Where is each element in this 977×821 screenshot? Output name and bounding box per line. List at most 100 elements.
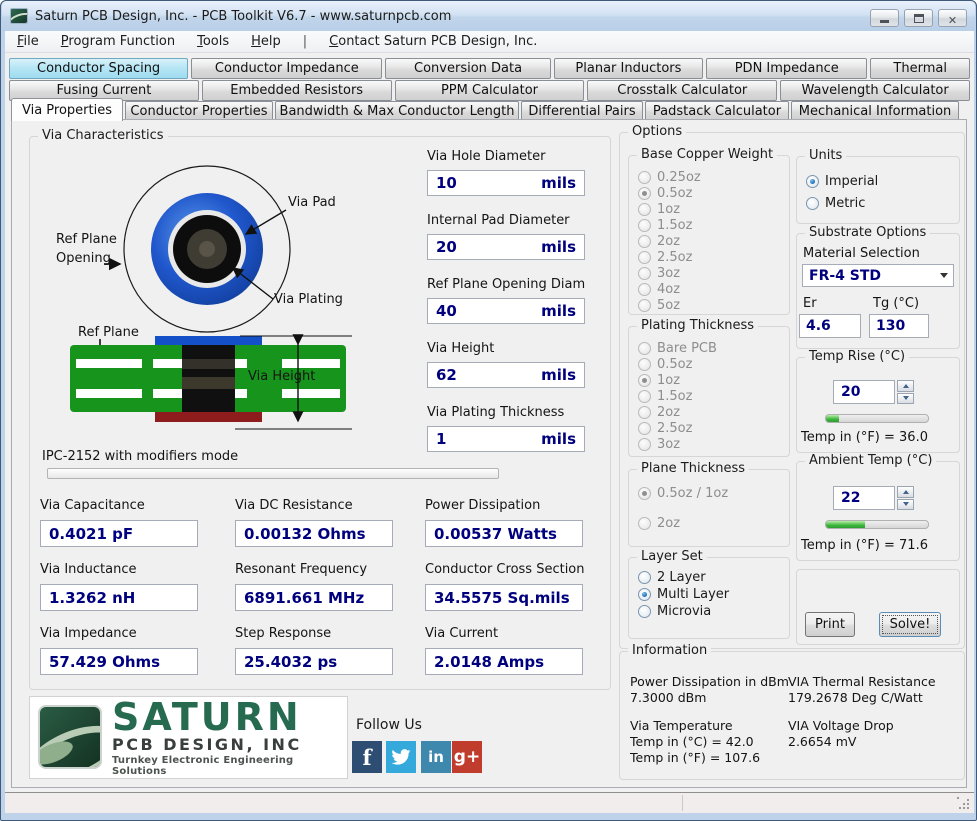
group-title: Base Copper Weight [637,147,778,162]
tab-conversion-data[interactable]: Conversion Data [385,58,551,79]
ambient-temp-slider[interactable] [825,520,929,529]
radio-icon [638,298,651,312]
app-body: Conductor Spacing Conductor Impedance Co… [5,53,974,792]
ref-plane-opening-label-1: Ref Plane [56,232,117,247]
menu-file[interactable]: File [17,34,39,49]
twitter-icon[interactable] [386,741,416,773]
group-title: Ambient Temp (°C) [805,453,937,468]
tab-conductor-impedance[interactable]: Conductor Impedance [191,58,383,79]
temp-rise-spinner: 20 [833,380,914,404]
radio-metric[interactable]: Metric [797,192,959,214]
tab-differential-pairs[interactable]: Differential Pairs [521,101,643,121]
radio-multi-layer[interactable]: Multi Layer [629,586,789,603]
ref-plane-opening-diam-input[interactable]: 40 mils [427,298,585,324]
linkedin-icon[interactable] [421,741,451,773]
er-input[interactable]: 4.6 [799,314,861,338]
tab-via-properties[interactable]: Via Properties [11,98,123,121]
via-hole-diameter-label: Via Hole Diameter [427,149,546,164]
temp-rise-slider[interactable] [825,414,929,423]
thermal-resistance-label: VIA Thermal Resistance [788,674,936,689]
tab-thermal[interactable]: Thermal [870,58,970,79]
tg-input[interactable]: 130 [869,314,929,338]
via-hole-diameter-input[interactable]: 10 mils [427,170,585,196]
temp-rise-input[interactable]: 20 [833,380,895,404]
resize-grip[interactable] [957,797,970,810]
radio-base-copper-4oz[interactable]: 4oz [629,281,789,297]
group-title: Information [628,643,712,658]
radio-plating-2oz[interactable]: 2oz [629,404,789,420]
ambient-temp-input[interactable]: 22 [833,486,895,510]
radio-plane-2oz[interactable]: 2oz [629,515,789,531]
via-impedance-label: Via Impedance [40,626,137,641]
radio-base-copper-0.25oz[interactable]: 0.25oz [629,169,789,185]
solve-progress-bar [47,468,499,479]
radio-plating-1.5oz[interactable]: 1.5oz [629,388,789,404]
radio-icon [638,605,651,618]
tab-bandwidth-max-conductor-length[interactable]: Bandwidth & Max Conductor Length [275,101,519,121]
maximize-button[interactable] [904,9,933,27]
radio-icon [638,341,651,355]
radio-base-copper-0.5oz[interactable]: 0.5oz [629,185,789,201]
print-button[interactable]: Print [805,612,855,637]
close-icon [948,9,957,28]
facebook-icon[interactable] [352,741,382,773]
radio-base-copper-5oz[interactable]: 5oz [629,297,789,313]
google-plus-icon[interactable] [452,741,482,773]
solve-button[interactable]: Solve! [879,612,941,637]
ref-plane-opening-label-2: Opening [56,251,111,266]
tab-conductor-properties[interactable]: Conductor Properties [125,101,273,121]
tab-padstack-calculator[interactable]: Padstack Calculator [645,101,789,121]
radio-plating-3oz[interactable]: 3oz [629,436,789,452]
temp-rise-up-button[interactable] [897,380,914,392]
saturn-logo-text: SATURN PCB DESIGN, INC Turnkey Electroni… [112,698,347,777]
information-group: Information Power Dissipation in dBm 7.3… [619,643,965,780]
ambient-temp-up-button[interactable] [897,486,914,498]
tab-planar-inductors[interactable]: Planar Inductors [553,58,704,79]
radio-imperial[interactable]: Imperial [797,170,959,192]
radio-base-copper-1.5oz[interactable]: 1.5oz [629,217,789,233]
plane-thickness-group: Plane Thickness 0.5oz / 1oz 2oz [628,461,790,547]
menu-tools[interactable]: Tools [197,34,229,49]
tab-conductor-spacing[interactable]: Conductor Spacing [9,58,189,79]
menu-contact[interactable]: Contact Saturn PCB Design, Inc. [329,34,537,49]
internal-pad-diameter-input[interactable]: 20 mils [427,234,585,260]
radio-icon [638,202,651,216]
radio-icon [638,218,651,232]
plating-thickness-group: Plating Thickness Bare PCB 0.5oz 1oz 1.5… [628,318,790,457]
internal-pad-diameter-label: Internal Pad Diameter [427,213,570,228]
radio-plating-1oz[interactable]: 1oz [629,372,789,388]
radio-plating-bare-pcb[interactable]: Bare PCB [629,340,789,356]
via-plating-thickness-input[interactable]: 1 mils [427,426,585,452]
menu-help[interactable]: Help [251,34,281,49]
unit-label: mils [541,366,576,384]
ambient-temp-fahrenheit: Temp in (°F) = 71.6 [801,538,928,553]
radio-plane-0.5oz-1oz[interactable]: 0.5oz / 1oz [629,485,789,501]
radio-2-layer[interactable]: 2 Layer [629,569,789,586]
radio-plating-0.5oz[interactable]: 0.5oz [629,356,789,372]
radio-base-copper-1oz[interactable]: 1oz [629,201,789,217]
window-title: Saturn PCB Design, Inc. - PCB Toolkit V6… [35,8,452,24]
material-selection-dropdown[interactable]: FR-4 STD [802,264,954,287]
via-plating-label: Via Plating [274,292,343,307]
radio-icon [638,588,651,601]
temp-rise-down-button[interactable] [897,392,914,404]
ambient-temp-down-button[interactable] [897,498,914,510]
base-copper-weight-group: Base Copper Weight 0.25oz 0.5oz 1oz 1.5o… [628,147,790,315]
radio-base-copper-2oz[interactable]: 2oz [629,233,789,249]
temp-rise-fahrenheit: Temp in (°F) = 36.0 [801,430,928,445]
menu-program-function[interactable]: Program Function [61,34,175,49]
radio-microvia[interactable]: Microvia [629,603,789,620]
radio-base-copper-3oz[interactable]: 3oz [629,265,789,281]
minimize-button[interactable] [870,9,899,27]
resonant-frequency-output: 6891.661 MHz [235,584,393,611]
radio-base-copper-2.5oz[interactable]: 2.5oz [629,249,789,265]
group-title: Units [805,148,847,163]
radio-icon [638,405,651,419]
tab-pdn-impedance[interactable]: PDN Impedance [706,58,868,79]
ambient-temp-group: Ambient Temp (°C) 22 Temp in (°F) = 71.6 [796,453,960,561]
via-height-input[interactable]: 62 mils [427,362,585,388]
radio-plating-2.5oz[interactable]: 2.5oz [629,420,789,436]
ambient-temp-spinner: 22 [833,486,914,510]
tab-mechanical-information[interactable]: Mechanical Information [791,101,959,121]
close-button[interactable] [938,9,967,27]
